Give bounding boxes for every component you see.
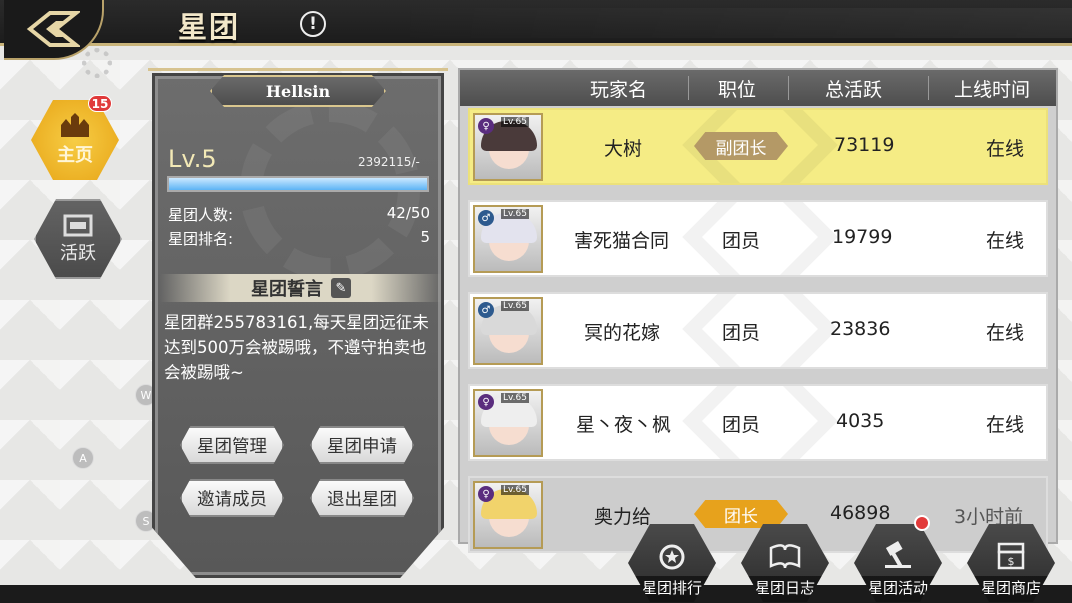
member-row[interactable]: ♂ Lv.65 害死猫合同 团员 19799 在线 — [468, 200, 1048, 277]
member-row[interactable]: ♀ Lv.65 星丶夜丶枫 团员 4035 在线 — [468, 384, 1048, 461]
member-activity: 19799 — [832, 226, 893, 248]
gender-icon: ♀ — [478, 486, 494, 502]
gender-icon: ♀ — [478, 118, 494, 134]
ranking-medal-icon — [659, 544, 685, 570]
member-activity: 46898 — [830, 502, 891, 524]
gender-icon: ♀ — [478, 394, 494, 410]
tab-activity-label: 活跃 — [60, 243, 96, 264]
pledge-title: 星团誓言 — [251, 279, 323, 300]
member-activity: 23836 — [830, 318, 891, 340]
member-avatar[interactable]: ♀ Lv.65 — [473, 113, 543, 181]
column-player-name: 玩家名 — [590, 79, 648, 101]
header-divider — [688, 76, 689, 100]
gender-icon: ♂ — [478, 210, 494, 226]
guild-exp-fill — [169, 178, 427, 190]
guild-level: Lv.5 — [168, 145, 217, 173]
header-divider — [928, 76, 929, 100]
member-avatar[interactable]: ♂ Lv.65 — [473, 297, 543, 365]
member-count-value: 42/50 — [386, 204, 430, 222]
member-level: Lv.65 — [501, 301, 529, 311]
member-role: 团员 — [722, 230, 761, 252]
pledge-header: 星团誓言 ✎ — [160, 274, 442, 302]
member-row[interactable]: ♂ Lv.65 冥的花嫁 团员 23836 在线 — [468, 292, 1048, 369]
guild-exp-bar — [167, 176, 429, 192]
member-activity: 4035 — [836, 410, 885, 432]
role-badge: 副团长 — [694, 132, 788, 160]
guild-apply-button[interactable]: 星团申请 — [310, 426, 414, 464]
back-arrow-icon — [26, 11, 80, 47]
member-role: 团员 — [722, 322, 761, 344]
member-role: 团员 — [722, 414, 761, 436]
invite-member-button[interactable]: 邀请成员 — [180, 479, 284, 517]
activity-alert-dot — [914, 515, 930, 531]
log-book-icon — [769, 544, 801, 569]
header-divider — [788, 76, 789, 100]
column-role: 职位 — [718, 79, 757, 101]
tab-home-label: 主页 — [57, 145, 93, 166]
castle-icon — [61, 113, 89, 137]
quit-guild-button[interactable]: 退出星团 — [310, 479, 414, 517]
svg-text:$: $ — [1008, 555, 1015, 568]
member-name: 大树 — [604, 138, 643, 160]
page-title: 星团 — [178, 10, 241, 44]
guild-rank-row: 星团排名: 5 — [168, 228, 430, 249]
column-activity: 总活跃 — [825, 79, 883, 101]
member-level: Lv.65 — [501, 485, 529, 495]
member-name: 冥的花嫁 — [584, 322, 661, 344]
guild-rank-value: 5 — [420, 228, 430, 246]
member-avatar[interactable]: ♀ Lv.65 — [473, 389, 543, 457]
gender-icon: ♂ — [478, 302, 494, 318]
member-online-status: 在线 — [986, 414, 1025, 436]
top-bar — [0, 0, 1072, 46]
guild-exp-text: 2392115/- — [358, 155, 420, 169]
key-hint-a: A — [72, 447, 94, 469]
gear-decoration-icon — [82, 48, 112, 78]
member-list-header: 玩家名 职位 总活跃 上线时间 — [460, 70, 1056, 106]
guild-manage-button[interactable]: 星团管理 — [180, 426, 284, 464]
chest-icon — [63, 214, 93, 237]
member-level: Lv.65 — [501, 209, 529, 219]
member-name: 星丶夜丶枫 — [576, 414, 672, 436]
member-online-status: 在线 — [986, 138, 1025, 160]
guild-name: Hellsin — [210, 75, 386, 107]
role-badge: 团长 — [694, 500, 788, 528]
member-level: Lv.65 — [501, 393, 529, 403]
member-count-label: 星团人数: — [168, 206, 234, 224]
info-icon[interactable]: ! — [300, 11, 326, 37]
column-online-time: 上线时间 — [954, 79, 1031, 101]
shop-bag-icon: $ — [997, 542, 1025, 570]
edit-pencil-icon[interactable]: ✎ — [331, 278, 351, 298]
member-count-row: 星团人数: 42/50 — [168, 204, 430, 225]
member-list[interactable]: 玩家名 职位 总活跃 上线时间 ♀ Lv.65 大树 副团长 73119 在线 … — [458, 68, 1058, 553]
member-row[interactable]: ♀ Lv.65 大树 副团长 73119 在线 — [468, 108, 1048, 185]
pledge-text: 星团群255783161,每天星团远征未达到500万会被踢哦，不遵守拍卖也会被踢… — [164, 313, 429, 382]
member-avatar[interactable]: ♂ Lv.65 — [473, 205, 543, 273]
notification-badge: 15 — [88, 95, 112, 112]
member-name: 害死猫合同 — [574, 230, 670, 252]
guild-rank-label: 星团排名: — [168, 230, 234, 248]
member-online-status: 在线 — [986, 230, 1025, 252]
member-online-status: 在线 — [986, 322, 1025, 344]
member-name: 奥力给 — [594, 506, 652, 528]
member-activity: 73119 — [834, 134, 895, 156]
member-avatar[interactable]: ♀ Lv.65 — [473, 481, 543, 549]
member-level: Lv.65 — [501, 117, 529, 127]
activity-hammer-icon — [885, 541, 911, 568]
